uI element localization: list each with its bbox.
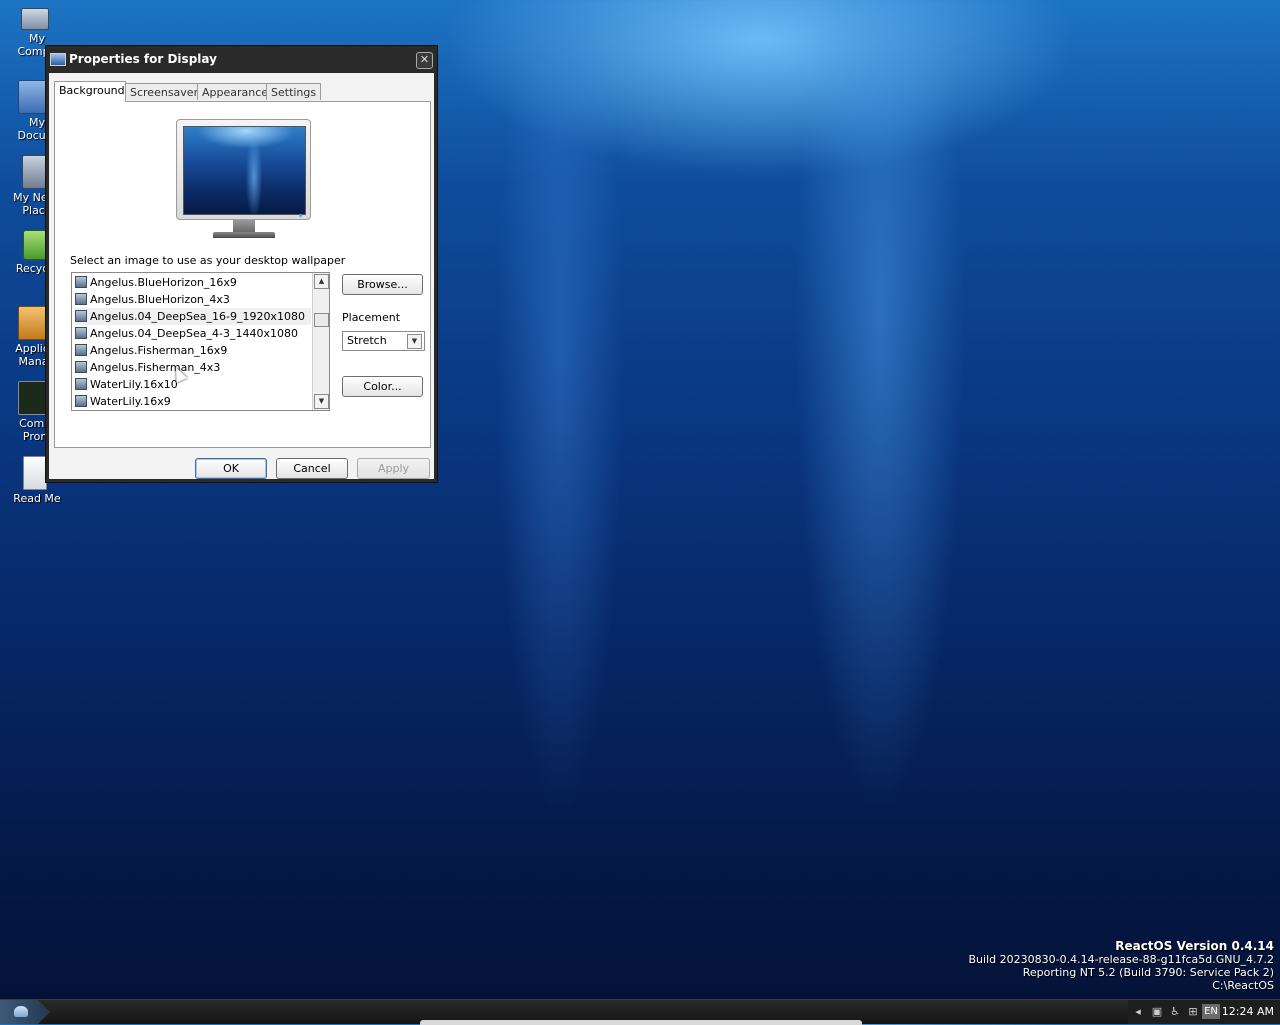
cancel-button[interactable]: Cancel xyxy=(276,458,348,479)
volume-icon[interactable]: ◂ xyxy=(1131,1005,1145,1019)
network-icon[interactable]: ⊞ xyxy=(1186,1005,1200,1019)
wallpaper-name: Angelus.BlueHorizon_16x9 xyxy=(90,276,237,289)
image-file-icon xyxy=(75,310,87,322)
close-icon: ✕ xyxy=(419,53,430,66)
placement-select[interactable]: Stretch ▼ xyxy=(342,331,425,351)
close-button[interactable]: ✕ xyxy=(416,52,433,69)
recycle-bin-icon xyxy=(23,230,47,260)
dialog-titlebar[interactable]: Properties for Display ✕ xyxy=(46,46,437,73)
image-file-icon xyxy=(75,395,87,407)
os-path: C:\ReactOS xyxy=(1212,979,1274,992)
power-led xyxy=(299,214,302,217)
wallpaper-list-item[interactable]: WaterLily.16x10 xyxy=(75,376,184,393)
start-button[interactable] xyxy=(0,1000,50,1024)
apply-button[interactable]: Apply xyxy=(357,458,430,479)
arrow-up-icon: ▲ xyxy=(318,277,325,285)
wallpaper-list-item[interactable]: Angelus.Fisherman_16x9 xyxy=(75,342,233,359)
arrow-down-icon: ▼ xyxy=(318,397,325,405)
safely-remove-hardware-icon[interactable]: ▣ xyxy=(1150,1005,1164,1019)
wallpaper-list[interactable]: Angelus.BlueHorizon_16x9 Angelus.BlueHor… xyxy=(71,272,330,411)
os-version: ReactOS Version 0.4.14 xyxy=(1115,939,1274,953)
taskbar-clock[interactable]: 12:24 AM xyxy=(1222,1000,1274,1024)
dialog-title: Properties for Display xyxy=(69,52,217,66)
tab-background[interactable]: Background xyxy=(54,81,126,102)
browse-button[interactable]: Browse... xyxy=(342,274,423,295)
wallpaper-name: Angelus.04_DeepSea_16-9_1920x1080 xyxy=(90,310,305,323)
ok-button[interactable]: OK xyxy=(195,458,267,479)
wallpaper-name: WaterLily.16x10 xyxy=(90,378,178,391)
desktop-icon-label: Read Me xyxy=(13,492,61,505)
start-logo-icon xyxy=(14,1006,28,1017)
placement-label: Placement xyxy=(342,311,401,324)
placement-value: Stretch xyxy=(347,334,387,347)
background-tab-panel: Select an image to use as your desktop w… xyxy=(54,101,431,448)
image-file-icon xyxy=(75,378,87,390)
language-indicator[interactable]: EN xyxy=(1202,1004,1220,1019)
tab-screensaver[interactable]: Screensaver xyxy=(125,83,198,100)
wallpaper-name: Angelus.Fisherman_16x9 xyxy=(90,344,228,357)
os-version-info: ReactOS Version 0.4.14 Build 20230830-0.… xyxy=(968,939,1274,993)
image-file-icon xyxy=(75,327,87,339)
scroll-down-button[interactable]: ▼ xyxy=(314,394,329,409)
wallpaper-list-item[interactable]: Angelus.04_DeepSea_4-3_1440x1080 xyxy=(75,325,304,342)
wallpaper-list-item[interactable]: Angelus.Fisherman_4x3 xyxy=(75,359,226,376)
image-file-icon xyxy=(75,276,87,288)
monitor-preview xyxy=(176,119,311,220)
image-file-icon xyxy=(75,293,87,305)
display-properties-dialog: Properties for Display ✕ Background Scre… xyxy=(45,45,438,483)
wallpaper-instruction: Select an image to use as your desktop w… xyxy=(70,254,346,267)
wallpaper-list-scrollbar[interactable]: ▲ ▼ xyxy=(312,273,329,410)
system-tray: ◂ ▣ ♿ ⊞ EN 12:24 AM xyxy=(1128,1000,1280,1024)
wallpaper-name: Angelus.04_DeepSea_4-3_1440x1080 xyxy=(90,327,298,340)
dialog-client-area: Background Screensaver Appearance Settin… xyxy=(49,73,434,479)
wallpaper-preview xyxy=(183,126,306,215)
accessibility-icon[interactable]: ♿ xyxy=(1168,1005,1182,1019)
chevron-down-icon[interactable]: ▼ xyxy=(407,334,422,349)
monitor-stand-neck xyxy=(233,220,255,232)
wallpaper-list-item[interactable]: Angelus.BlueHorizon_4x3 xyxy=(75,291,236,308)
color-button[interactable]: Color... xyxy=(342,376,423,397)
image-file-icon xyxy=(75,361,87,373)
os-reporting: Reporting NT 5.2 (Build 3790: Service Pa… xyxy=(1022,966,1274,979)
os-build: Build 20230830-0.4.14-release-88-g11fca5… xyxy=(968,953,1274,966)
taskbar-window-button[interactable] xyxy=(420,1020,862,1025)
scroll-thumb[interactable] xyxy=(314,313,329,327)
wallpaper-name: Angelus.Fisherman_4x3 xyxy=(90,361,221,374)
taskbar: ◂ ▣ ♿ ⊞ EN 12:24 AM xyxy=(0,999,1280,1025)
scroll-up-button[interactable]: ▲ xyxy=(314,274,329,289)
tab-settings[interactable]: Settings xyxy=(266,83,321,100)
image-file-icon xyxy=(75,344,87,356)
document-icon xyxy=(23,456,47,490)
display-icon xyxy=(50,53,66,66)
wallpaper-list-item[interactable]: WaterLily.16x9 xyxy=(75,393,177,410)
computer-icon xyxy=(21,8,49,30)
wallpaper-list-item[interactable]: Angelus.BlueHorizon_16x9 xyxy=(75,274,243,291)
monitor-stand-base xyxy=(213,232,275,238)
wallpaper-name: WaterLily.16x9 xyxy=(90,395,171,408)
wallpaper-list-item-selected[interactable]: Angelus.04_DeepSea_16-9_1920x1080 xyxy=(75,308,311,325)
tab-appearance[interactable]: Appearance xyxy=(197,83,268,100)
wallpaper-name: Angelus.BlueHorizon_4x3 xyxy=(90,293,230,306)
